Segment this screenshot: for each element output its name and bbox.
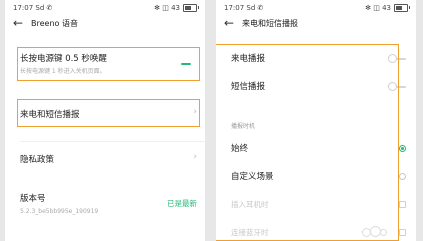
status-bar: 17:07 Sd ✆ ✻ ◫ 43 <box>13 2 199 13</box>
status-indicators: Sd ✆ <box>35 3 53 12</box>
status-right: ✻ ◫ 43 <box>154 3 199 12</box>
version-status: 已是最新 <box>167 199 197 208</box>
breeno-voice-screen: 17:07 Sd ✆ ✻ ◫ 43 ← Breeno 语音 长按电源键 0.5 … <box>5 0 205 241</box>
status-time: 17:07 <box>13 3 34 12</box>
header: ← 来电和短信播报 <box>216 14 416 32</box>
radio-button-selected[interactable] <box>399 145 406 152</box>
setting-version: 版本号 5.2.3_be5bb995e_190919 已是最新 <box>5 188 205 224</box>
page-title: Breeno 语音 <box>31 18 78 28</box>
highlight-box <box>17 47 200 81</box>
version-number: 5.2.3_be5bb995e_190919 <box>20 208 99 215</box>
status-bar: 17:07 Sd ✆ ✻ ◫ 43 <box>224 2 410 13</box>
header: ← Breeno 语音 <box>5 14 205 32</box>
status-left: 17:07 Sd ✆ <box>13 4 52 12</box>
chevron-right-icon: › <box>193 152 197 162</box>
battery-icon <box>394 3 410 12</box>
status-icons: ✻ ◫ 43 <box>365 3 391 12</box>
battery-icon <box>183 3 199 12</box>
checkbox <box>399 229 406 236</box>
page-title: 来电和短信播报 <box>242 18 298 28</box>
divider <box>20 141 205 142</box>
radio-button[interactable] <box>399 173 406 180</box>
call-sms-broadcast-screen: 17:07 Sd ✆ ✻ ◫ 43 ← 来电和短信播报 来电播报 短信播报 播报… <box>216 0 416 241</box>
status-icons: ✻ ◫ 43 <box>154 3 180 12</box>
status-right: ✻ ◫ 43 <box>365 3 410 12</box>
checkbox <box>399 201 406 208</box>
setting-privacy-policy[interactable]: 隐私政策 › <box>5 148 205 172</box>
status-indicators: Sd ✆ <box>246 3 264 12</box>
highlight-box <box>17 99 200 127</box>
status-left: 17:07 Sd ✆ <box>224 4 263 12</box>
back-arrow-icon[interactable]: ← <box>9 16 27 30</box>
back-arrow-icon[interactable]: ← <box>220 16 238 30</box>
status-time: 17:07 <box>224 3 245 12</box>
highlight-box <box>216 44 399 241</box>
setting-label: 隐私政策 <box>20 155 55 165</box>
setting-label: 版本号 <box>20 194 46 204</box>
